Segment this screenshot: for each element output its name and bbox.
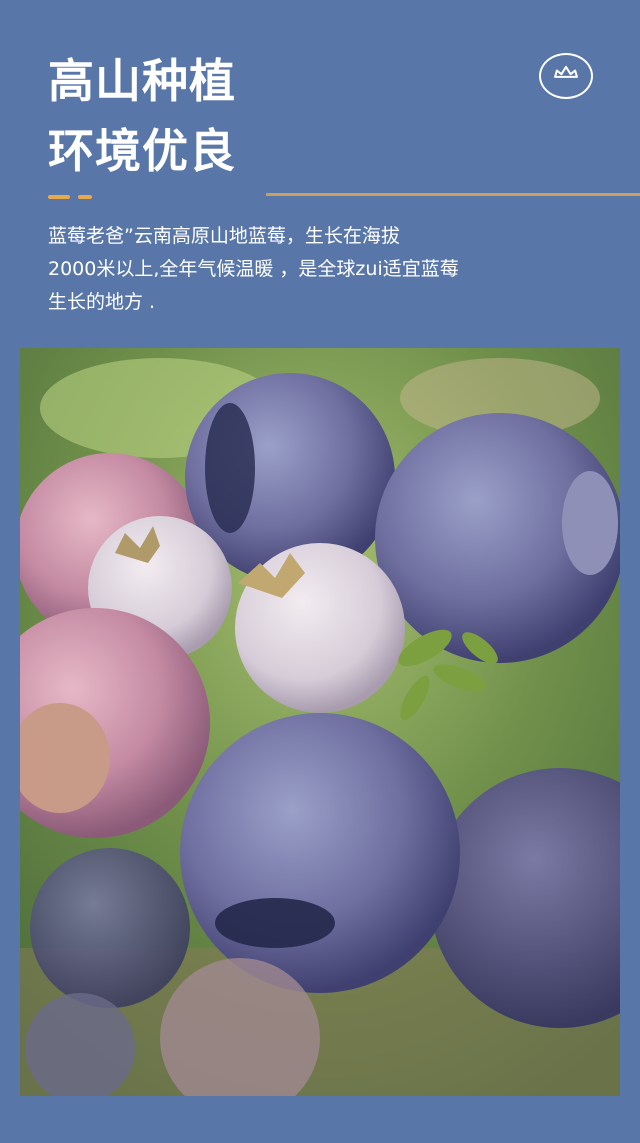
divider-rule [266,193,640,196]
page: 高山种植 环境优良 蓝莓老爸”云南高原山地蓝莓，生长在海拔 2000米以上,全年… [0,0,640,1143]
blueberry-crown-icon [539,53,593,99]
page-title-line-2: 环境优良 [48,124,236,178]
description-line-2: 2000米以上,全年气候温暖 ，是全球zui适宜蓝莓 [48,258,459,280]
accent-dash [48,195,70,199]
description-line-3: 生长的地方 . [48,291,156,313]
description-text: 蓝莓老爸”云南高原山地蓝莓，生长在海拔 2000米以上,全年气候温暖 ，是全球z… [48,220,608,319]
description-line-1: 蓝莓老爸”云南高原山地蓝莓，生长在海拔 [48,225,400,247]
page-title-line-1: 高山种植 [48,54,236,108]
accent-dash-small [78,195,92,199]
blueberry-photo [20,348,620,1096]
